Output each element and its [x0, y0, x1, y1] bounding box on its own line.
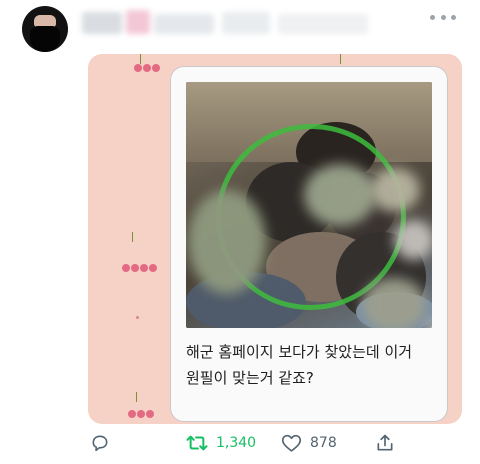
reply-icon: [92, 435, 108, 452]
retweet-count: 1,340: [216, 435, 257, 451]
blurred-face: [370, 168, 420, 212]
reply-button[interactable]: [90, 428, 110, 458]
news-photo: [186, 82, 432, 328]
avatar[interactable]: [22, 6, 68, 52]
avatar-mask: [30, 26, 60, 52]
cherry-stem: [140, 54, 141, 64]
caption-line: 해군 홈페이지 보다가 찾았는데 이거: [186, 343, 413, 361]
more-options-icon[interactable]: [430, 10, 456, 24]
blurred-face: [304, 164, 376, 226]
cherry-decoration-icon: [136, 316, 139, 319]
share-button[interactable]: [375, 428, 395, 458]
post-card: 해군 홈페이지 보다가 찾았는데 이거 원필이 맞는거 같죠?: [170, 66, 448, 422]
like-count: 878: [310, 435, 337, 451]
blurred-face: [362, 278, 426, 328]
retweet-button[interactable]: 1,340: [186, 428, 256, 458]
share-icon: [377, 434, 393, 451]
tweet-media-image[interactable]: 해군 홈페이지 보다가 찾았는데 이거 원필이 맞는거 같죠?: [88, 54, 462, 424]
like-button[interactable]: 878: [281, 428, 337, 458]
cherry-stem: [340, 54, 341, 64]
caption-line: 원필이 맞는거 같죠?: [186, 369, 314, 387]
cherry-stem: [132, 232, 133, 242]
blurred-face: [394, 220, 432, 260]
heart-icon: [281, 434, 302, 452]
cherry-stem: [136, 392, 137, 402]
cherry-decoration-icon: [134, 64, 160, 72]
cherry-decoration-icon: [128, 410, 154, 418]
blurred-user-name: [82, 8, 372, 42]
retweet-icon: [186, 435, 208, 451]
cherry-decoration-icon: [122, 264, 157, 272]
tweet-actions: 1,340 878: [0, 428, 480, 458]
image-caption: 해군 홈페이지 보다가 찾았는데 이거 원필이 맞는거 같죠?: [186, 339, 436, 391]
blurred-face: [188, 190, 266, 294]
